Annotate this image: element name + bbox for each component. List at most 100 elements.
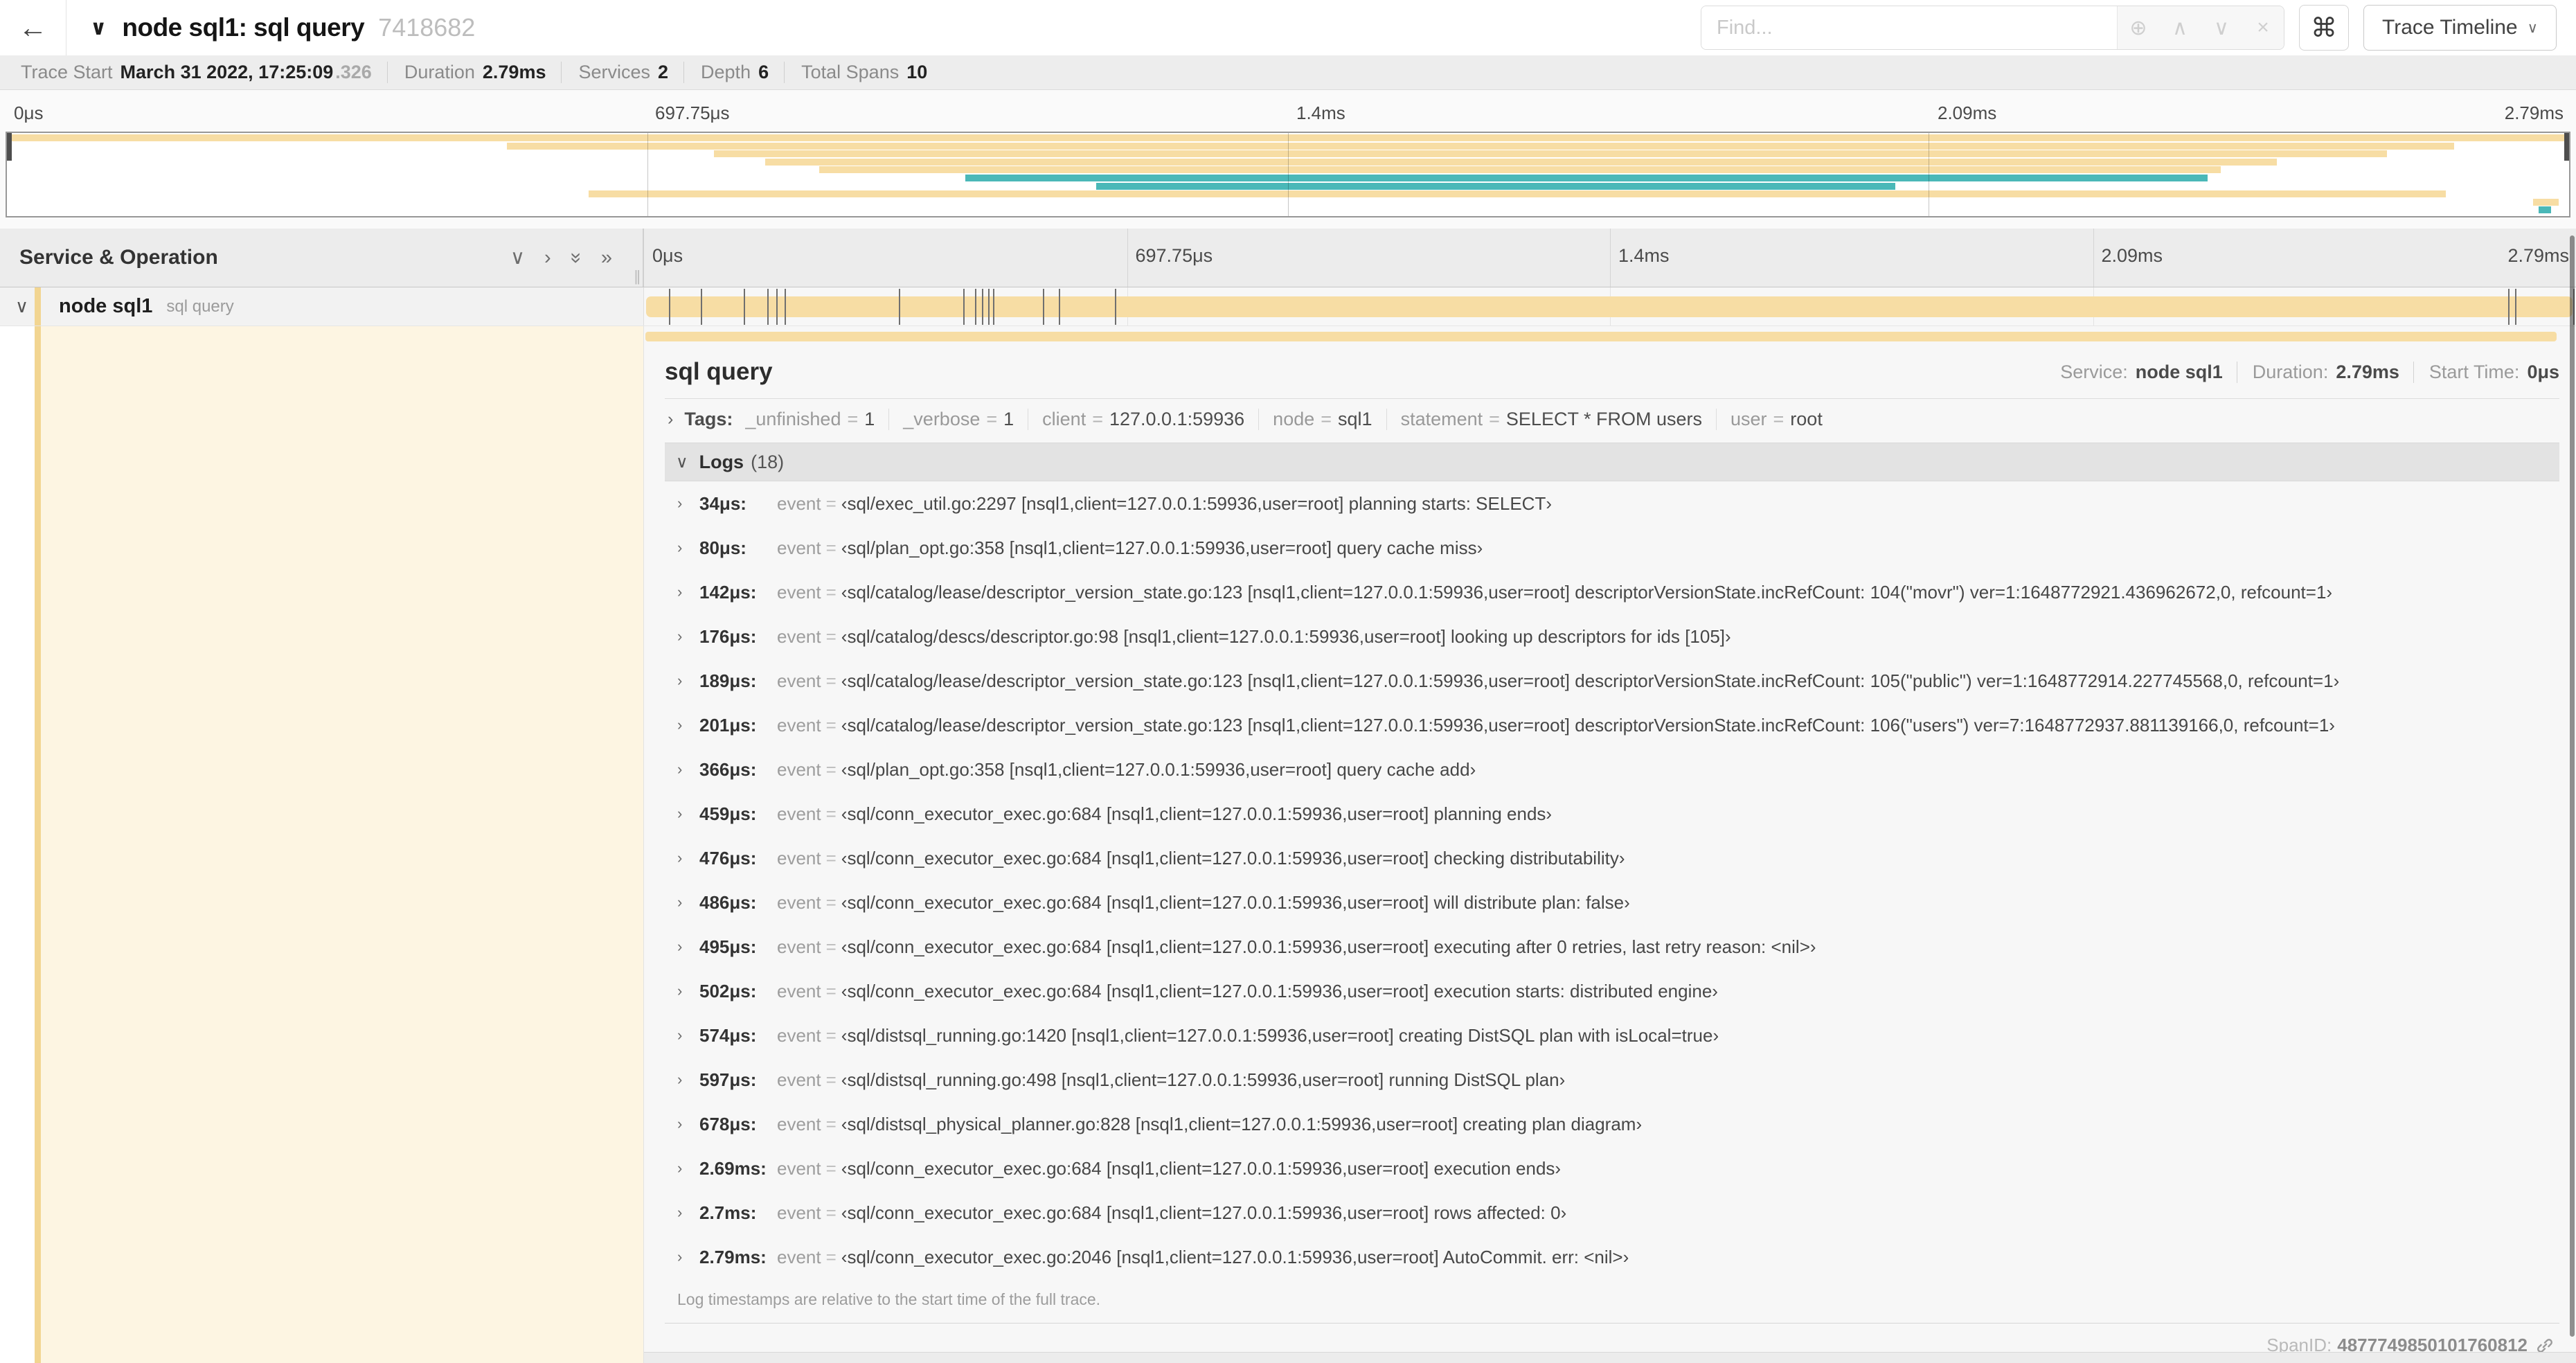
trace-info-label: Trace Start xyxy=(21,62,113,82)
minimap-canvas[interactable] xyxy=(6,132,2570,217)
log-entry[interactable]: › 597μs: event = ‹sql/distsql_running.go:498… xyxy=(665,1058,2559,1102)
logs-footnote: Log timestamps are relative to the start… xyxy=(677,1290,1101,1308)
timeline-header: Service & Operation ∨ › » » || 0μs 697.75μs 1… xyxy=(0,229,2576,287)
collapse-expand-controls: ∨ › » » xyxy=(510,247,612,268)
log-message: ‹sql/catalog/lease/descriptor_version_st… xyxy=(841,670,2340,691)
log-message: ‹sql/conn_executor_exec.go:684 [nsql1,cl… xyxy=(841,936,1816,957)
minimap-span-bar xyxy=(2533,198,2559,206)
chevron-right-icon: › xyxy=(677,539,683,556)
log-entry[interactable]: › 495μs: event = ‹sql/conn_executor_exec.go:… xyxy=(665,925,2559,969)
span-detail-section: sql query Service: node sql1 Duration: 2.79… xyxy=(0,326,2576,1363)
log-entry[interactable]: › 2.79ms: event = ‹sql/conn_executor_exec.go… xyxy=(665,1235,2559,1279)
ruler-tick-label: 1.4ms xyxy=(1618,245,1670,266)
viewport-right-handle[interactable] xyxy=(2564,133,2569,161)
locate-span-button[interactable]: ⊕ xyxy=(2118,6,2159,49)
log-entry[interactable]: › 366μs: event = ‹sql/plan_opt.go:358 [nsql1… xyxy=(665,747,2559,792)
span-meta-value: 0μs xyxy=(2527,361,2559,382)
log-equals: = xyxy=(825,581,837,603)
ruler-tick-label: 2.79ms xyxy=(2507,245,2569,266)
service-color-accent xyxy=(35,326,41,1363)
span-meta-item: Start Time: 0μs xyxy=(2413,361,2559,383)
tags-row[interactable]: › Tags: _unfinished = 1 _verbose = 1 client = 12… xyxy=(665,399,2559,437)
chevron-right-icon: › xyxy=(677,1248,683,1265)
span-duration-bar[interactable] xyxy=(646,296,2573,317)
log-list: › 34μs: event = ‹sql/exec_util.go:2297 [nsql… xyxy=(665,481,2559,1279)
find-next-button[interactable]: ∨ xyxy=(2201,6,2242,49)
top-bar-actions: ⊕ ∧ ∨ × ⌘ Trace Timeline ∨ xyxy=(1701,5,2576,51)
log-timestamp: 34μs: xyxy=(699,492,746,514)
chevron-right-icon: › xyxy=(677,1204,683,1221)
log-entry[interactable]: › 142μs: event = ‹sql/catalog/lease/descript… xyxy=(665,570,2559,614)
logs-header[interactable]: ∨ Logs (18) xyxy=(665,443,2559,481)
ruler-tick-label: 697.75μs xyxy=(655,103,730,123)
span-bar-cell[interactable] xyxy=(644,287,2576,326)
log-entry[interactable]: › 80μs: event = ‹sql/plan_opt.go:358 [nsql1,… xyxy=(665,526,2559,570)
log-field-key: event xyxy=(777,1157,821,1179)
minimap-gridline xyxy=(1288,133,1289,216)
column-resizer-handle[interactable]: || xyxy=(634,267,641,285)
log-message: ‹sql/conn_executor_exec.go:684 [nsql1,cl… xyxy=(841,847,1625,868)
tag-key: client xyxy=(1042,409,1086,429)
collapse-trace-chevron-icon[interactable]: ∨ xyxy=(90,16,107,40)
tag-key: _verbose xyxy=(903,409,981,429)
collapse-children-chevron-icon[interactable]: ∨ xyxy=(15,296,28,317)
log-message: ‹sql/conn_executor_exec.go:684 [nsql1,cl… xyxy=(841,891,1630,913)
log-message: ‹sql/distsql_running.go:498 [nsql1,clien… xyxy=(841,1069,1566,1090)
log-field-key: event xyxy=(777,1024,821,1046)
log-marker-tick xyxy=(982,288,984,325)
minimap-span-bar xyxy=(2538,206,2552,214)
minimap-span-bar xyxy=(965,175,2208,181)
log-timestamp: 678μs: xyxy=(699,1113,757,1134)
log-entry[interactable]: › 678μs: event = ‹sql/distsql_physical_plann… xyxy=(665,1102,2559,1146)
log-entry[interactable]: › 2.69ms: event = ‹sql/conn_executor_exec.go… xyxy=(665,1146,2559,1191)
log-entry[interactable]: › 502μs: event = ‹sql/conn_executor_exec.go:… xyxy=(665,969,2559,1013)
log-field-key: event xyxy=(777,803,821,824)
log-entry[interactable]: › 201μs: event = ‹sql/catalog/lease/descript… xyxy=(665,703,2559,747)
trace-title: node sql1: sql query xyxy=(122,13,365,42)
tag-value: 127.0.0.1:59936 xyxy=(1109,409,1245,429)
back-button[interactable]: ← xyxy=(0,0,66,55)
viewport-left-handle[interactable] xyxy=(7,133,12,161)
timeline-collapse-one-button[interactable]: ∨ xyxy=(510,247,525,268)
trace-info-item: Trace Start March 31 2022, 17:25:09.326 xyxy=(21,62,372,83)
tag-item: _unfinished = 1 xyxy=(745,409,875,430)
find-prev-button[interactable]: ∧ xyxy=(2159,6,2201,49)
log-field-key: event xyxy=(777,492,821,514)
trace-info-label: Total Spans xyxy=(801,62,900,82)
timeline-expand-one-button[interactable]: › xyxy=(544,247,551,268)
log-message: ‹sql/conn_executor_exec.go:684 [nsql1,cl… xyxy=(841,980,1718,1001)
log-entry[interactable]: › 476μs: event = ‹sql/conn_executor_exec.go:… xyxy=(665,836,2559,880)
timeline-expand-all-button[interactable]: » xyxy=(601,247,612,268)
trace-view-selector[interactable]: Trace Timeline ∨ xyxy=(2363,5,2557,51)
log-marker-tick xyxy=(2508,288,2510,325)
trace-info-value: 10 xyxy=(906,62,928,82)
log-marker-tick xyxy=(744,288,745,325)
log-entry[interactable]: › 574μs: event = ‹sql/distsql_running.go:142… xyxy=(665,1013,2559,1058)
tag-value: root xyxy=(1790,409,1823,429)
log-timestamp: 2.69ms: xyxy=(699,1157,767,1179)
log-entry[interactable]: › 486μs: event = ‹sql/conn_executor_exec.go:… xyxy=(665,880,2559,925)
log-entry[interactable]: › 189μs: event = ‹sql/catalog/lease/descript… xyxy=(665,659,2559,703)
service-operation-label: Service & Operation xyxy=(19,246,218,269)
log-entry[interactable]: › 459μs: event = ‹sql/conn_executor_exec.go:… xyxy=(665,792,2559,836)
log-equals: = xyxy=(825,936,837,957)
keyboard-shortcuts-button[interactable]: ⌘ xyxy=(2299,5,2349,51)
trace-summary-bar: Trace Start March 31 2022, 17:25:09.326 Du… xyxy=(0,55,2576,90)
tag-value: sql1 xyxy=(1338,409,1372,429)
minimap-span-bar xyxy=(588,190,2447,198)
span-row-name-cell[interactable]: ∨ node sql1 sql query xyxy=(0,287,644,326)
log-timestamp: 142μs: xyxy=(699,581,757,603)
log-equals: = xyxy=(825,980,837,1001)
log-equals: = xyxy=(825,847,837,868)
vertical-scrollbar[interactable] xyxy=(2570,235,2575,1337)
find-clear-button[interactable]: × xyxy=(2242,6,2284,49)
log-equals: = xyxy=(825,492,837,514)
log-entry[interactable]: › 176μs: event = ‹sql/catalog/descs/descript… xyxy=(665,614,2559,659)
find-input[interactable] xyxy=(1701,6,2117,49)
log-entry[interactable]: › 2.7ms: event = ‹sql/conn_executor_exec.go:… xyxy=(665,1191,2559,1235)
log-equals: = xyxy=(825,625,837,647)
log-marker-tick xyxy=(669,288,671,325)
log-message: ‹sql/conn_executor_exec.go:684 [nsql1,cl… xyxy=(841,1202,1567,1223)
log-entry[interactable]: › 34μs: event = ‹sql/exec_util.go:2297 [nsql… xyxy=(665,481,2559,526)
timeline-collapse-all-button[interactable]: » xyxy=(565,248,587,268)
